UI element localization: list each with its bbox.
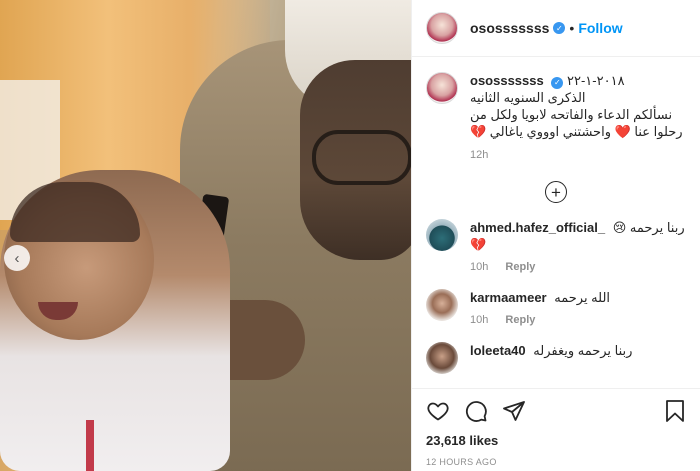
caption-date: ٢٠١٨-١-٢٢ <box>566 73 625 88</box>
caption: ososssssss ✓ ٢٠١٨-١-٢٢ الذكرى السنويه ال… <box>412 58 700 161</box>
photo-stripe <box>86 420 94 471</box>
caption-line-2: نسألكم الدعاء والفاتحه لابويا ولكل من <box>470 107 673 122</box>
comments-list[interactable]: ososssssss ✓ ٢٠١٨-١-٢٢ الذكرى السنويه ال… <box>412 58 700 388</box>
verified-badge-icon: ✓ <box>551 76 564 89</box>
chevron-left-icon: ‹ <box>14 249 20 267</box>
caption-username[interactable]: ososssssss <box>470 73 544 88</box>
comment-username[interactable]: ahmed.hafez_official_ <box>470 220 605 235</box>
list-item: ahmed.hafez_official_ ربنا يرحمه 😢💔 10h … <box>412 219 700 273</box>
reply-button[interactable]: Reply <box>505 314 535 326</box>
verified-badge-icon: ✓ <box>553 22 566 34</box>
load-more-comments[interactable]: + <box>412 181 700 203</box>
comment-icon[interactable] <box>464 399 488 423</box>
caption-avatar[interactable] <box>426 72 458 104</box>
comment-time[interactable]: 10h <box>470 261 488 273</box>
heart-icon[interactable] <box>426 399 450 423</box>
photo-glasses <box>312 130 411 185</box>
avatar[interactable] <box>426 289 458 321</box>
avatar[interactable] <box>426 219 458 251</box>
list-item: karmaameer الله يرحمه 10h Reply <box>412 289 700 326</box>
follow-button[interactable]: Follow <box>578 20 622 36</box>
post-side-panel: ososssssss ✓ • Follow ososssssss ✓ ٢٠١٨-… <box>411 0 700 471</box>
bookmark-icon[interactable] <box>664 399 686 423</box>
comment-text: الله يرحمه <box>554 290 611 305</box>
carousel-prev-button[interactable]: ‹ <box>4 245 30 271</box>
comment-username[interactable]: loleeta40 <box>470 343 526 358</box>
caption-line-3: رحلوا عنا ❤️ واحشتني اوووي ياغالي 💔 <box>470 124 683 139</box>
header-username[interactable]: ososssssss <box>470 20 549 36</box>
post-timestamp[interactable]: 12 HOURS AGO <box>426 457 686 467</box>
avatar[interactable] <box>426 12 458 44</box>
caption-line-1: الذكرى السنويه الثانيه <box>470 90 586 105</box>
reply-button[interactable]: Reply <box>505 261 535 273</box>
caption-time[interactable]: 12h <box>470 149 686 161</box>
plus-circle-icon[interactable]: + <box>545 181 567 203</box>
list-item: loleeta40 ربنا يرحمه ويغفرله <box>412 342 700 374</box>
comment-username[interactable]: karmaameer <box>470 290 547 305</box>
post-header: ososssssss ✓ • Follow <box>412 0 700 57</box>
likes-count[interactable]: 23,618 likes <box>426 433 686 448</box>
avatar[interactable] <box>426 342 458 374</box>
comment-text: ربنا يرحمه ويغفرله <box>533 343 633 358</box>
comment-time[interactable]: 10h <box>470 314 488 326</box>
share-icon[interactable] <box>502 399 526 423</box>
post-actions: 23,618 likes 12 HOURS AGO <box>412 388 700 467</box>
separator-dot: • <box>569 20 575 36</box>
post-photo[interactable]: ‹ <box>0 0 411 471</box>
